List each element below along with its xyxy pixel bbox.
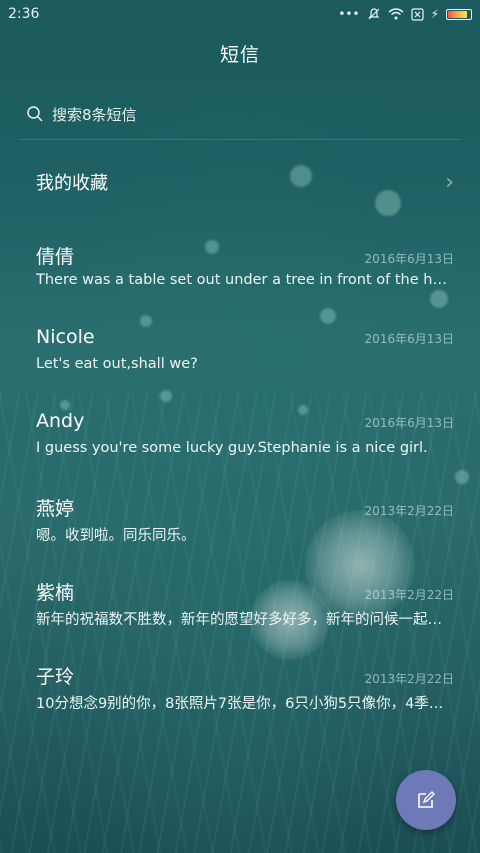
contact-name: Andy: [36, 410, 85, 432]
conversation-row[interactable]: 紫楠 2013年2月22日 新年的祝福数不胜数，新年的愿望好多好多，新年的问候一…: [0, 572, 480, 656]
message-preview: There was a table set out under a tree i…: [36, 272, 450, 288]
conversation-row[interactable]: 倩倩 2016年6月13日 There was a table set out …: [0, 236, 480, 320]
search-placeholder: 搜索8条短信: [52, 105, 137, 124]
message-date: 2013年2月22日: [364, 504, 454, 518]
search-icon: [27, 106, 43, 122]
status-bar: 2:36 ••• ⚡: [0, 0, 480, 28]
contact-name: 子玲: [36, 666, 75, 688]
wifi-icon: [388, 8, 404, 20]
message-preview: Let's eat out,shall we?: [36, 356, 198, 372]
favorites-label: 我的收藏: [36, 173, 108, 194]
page-title: 短信: [219, 44, 260, 66]
conversation-list: 倩倩 2016年6月13日 There was a table set out …: [0, 236, 480, 740]
status-icons: ••• ⚡: [338, 7, 472, 21]
chevron-right-icon: ›: [445, 169, 454, 195]
contact-name: 燕婷: [36, 498, 75, 520]
message-preview: 新年的祝福数不胜数，新年的愿望好多好多，新年的问候一起送上: [36, 612, 450, 628]
message-date: 2013年2月22日: [364, 672, 454, 686]
message-date: 2016年6月13日: [364, 252, 454, 266]
message-preview: 嗯。收到啦。同乐同乐。: [36, 528, 196, 544]
message-preview: I guess you're some lucky guy.Stephanie …: [36, 440, 428, 456]
no-sim-icon: [410, 7, 424, 21]
compose-button[interactable]: [396, 770, 456, 830]
conversation-row[interactable]: Nicole 2016年6月13日 Let's eat out,shall we…: [0, 320, 480, 404]
message-preview: 10分想念9别的你，8张照片7张是你，6只小狗5只像你，4季更替: [36, 696, 450, 712]
charging-icon: ⚡: [430, 7, 439, 21]
contact-name: Nicole: [36, 326, 95, 348]
conversation-row[interactable]: Andy 2016年6月13日 I guess you're some luck…: [0, 404, 480, 488]
message-date: 2016年6月13日: [364, 332, 454, 346]
battery-level: [448, 10, 467, 18]
message-date: 2013年2月22日: [364, 588, 454, 602]
favorites-item[interactable]: 我的收藏 ›: [0, 160, 480, 204]
mute-icon: [368, 8, 380, 20]
conversation-row[interactable]: 燕婷 2013年2月22日 嗯。收到啦。同乐同乐。: [0, 488, 480, 572]
more-dots-icon: •••: [338, 7, 360, 21]
contact-name: 紫楠: [36, 582, 75, 604]
conversation-row[interactable]: 子玲 2013年2月22日 10分想念9别的你，8张照片7张是你，6只小狗5只像…: [0, 656, 480, 740]
search-input[interactable]: 搜索8条短信: [26, 96, 454, 132]
compose-icon: [418, 791, 435, 808]
contact-name: 倩倩: [36, 246, 75, 268]
divider: [20, 139, 460, 140]
status-time: 2:36: [8, 6, 40, 22]
message-date: 2016年6月13日: [364, 416, 454, 430]
battery-icon: [446, 8, 472, 20]
